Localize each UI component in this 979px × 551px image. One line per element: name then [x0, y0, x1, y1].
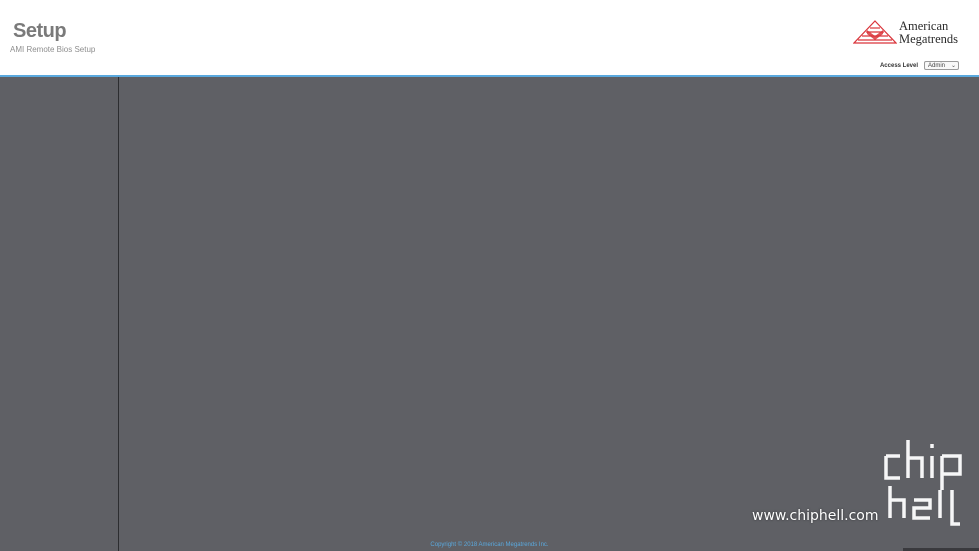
access-level-select[interactable]: Admin ⌄ [924, 61, 959, 70]
page-subtitle: AMI Remote Bios Setup [10, 45, 96, 54]
ami-logo-icon [853, 20, 897, 44]
ami-logo: American Megatrends [853, 18, 959, 48]
page-title: Setup [13, 20, 67, 42]
access-level-label: Access Level [879, 62, 918, 69]
footer-copyright: Copyright © 2018 American Megatrends Inc… [430, 542, 549, 548]
watermark-url: www.chiphell.com [752, 508, 879, 524]
ami-logo-text: American Megatrends [899, 20, 958, 46]
chiphell-watermark: www.chiphell.com [752, 434, 974, 530]
sidebar-panel [0, 77, 119, 551]
header-bar: Setup AMI Remote Bios Setup American Meg… [0, 0, 979, 77]
chevron-down-icon: ⌄ [950, 63, 956, 69]
chiphell-logo-icon [884, 440, 962, 526]
access-level-value: Admin [928, 63, 946, 69]
access-level-control: Access Level Admin ⌄ [880, 61, 959, 70]
logo-line-2: Megatrends [899, 32, 959, 46]
